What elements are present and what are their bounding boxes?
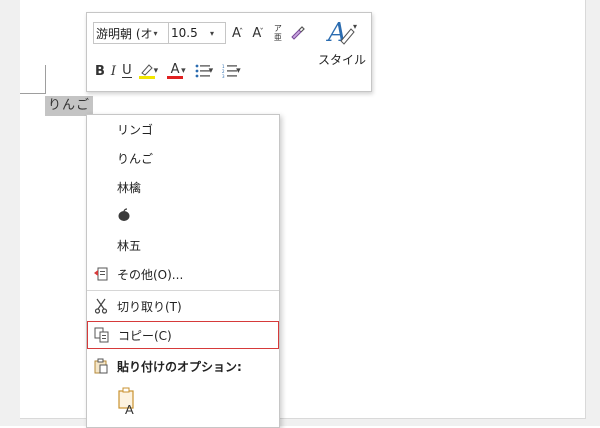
menu-item-suggestion[interactable]: 林五: [87, 231, 279, 259]
menu-item-suggestion[interactable]: 林檎: [87, 173, 279, 201]
caret-up-icon: ˆ: [238, 28, 244, 38]
paste-icon: [93, 358, 109, 374]
crop-mark: [45, 65, 46, 93]
highlight-button[interactable]: ▾: [138, 62, 162, 80]
mini-toolbar: 游明朝 (オ ▾ 10.5 ▾ Aˆ Aˇ ア亜 B I U ▾ A ▾ ▾ 1…: [86, 12, 372, 92]
numbering-button[interactable]: 1 2 3 ▾: [222, 64, 244, 78]
chevron-down-icon[interactable]: ▾: [181, 66, 186, 76]
shrink-font-button[interactable]: Aˇ: [252, 26, 266, 41]
scissors-icon: [93, 298, 109, 314]
suggestion-label: 林檎: [117, 180, 142, 195]
more-label: その他(O)...: [117, 267, 184, 282]
font-color-swatch: [167, 76, 184, 79]
svg-text:▾: ▾: [353, 22, 357, 31]
dictionary-icon: [93, 266, 109, 282]
cut-label: 切り取り(T): [117, 299, 182, 314]
menu-separator: [87, 290, 279, 291]
styles-label: スタイル: [317, 53, 366, 67]
font-name-combo[interactable]: 游明朝 (オ ▾: [93, 22, 169, 44]
bold-button[interactable]: B: [95, 64, 105, 79]
caret-down-icon: ˇ: [259, 28, 264, 38]
suggestion-label: 林五: [117, 238, 142, 253]
mini-toolbar-row-1: 游明朝 (オ ▾ 10.5 ▾ Aˆ Aˇ ア亜: [93, 17, 308, 49]
font-color-button[interactable]: A ▾: [167, 63, 189, 79]
font-color-letter: A: [170, 62, 180, 77]
crop-mark: [20, 93, 46, 94]
menu-item-suggestion[interactable]: [87, 202, 279, 230]
styles-icon: A ▾: [326, 18, 357, 48]
phonetic-guide-icon: ア亜: [273, 24, 282, 42]
svg-text:A: A: [125, 402, 134, 415]
styles-button[interactable]: A ▾ スタイル: [317, 15, 367, 87]
menu-item-paste-options: 貼り付けのオプション:: [87, 352, 279, 380]
menu-item-copy[interactable]: コピー(C): [87, 321, 279, 349]
chevron-down-icon[interactable]: ▾: [210, 29, 214, 38]
grow-font-button[interactable]: Aˆ: [232, 26, 246, 41]
suggestion-label: りんご: [117, 151, 154, 166]
svg-text:3: 3: [222, 74, 225, 78]
context-menu: リンゴ りんご 林檎 林五 その他(O)... 切り取り(T) コピー(C) 貼…: [86, 114, 280, 428]
bullets-button[interactable]: ▾: [195, 64, 217, 78]
chevron-down-icon[interactable]: ▾: [209, 66, 214, 76]
mini-toolbar-row-2: B I U ▾ A ▾ ▾ 1 2 3 ▾: [93, 57, 247, 85]
apple-emoji-icon: [117, 207, 131, 225]
italic-button[interactable]: I: [111, 64, 116, 79]
underline-button[interactable]: U: [122, 64, 132, 78]
font-name-value: 游明朝 (オ: [96, 26, 153, 41]
suggestion-label: リンゴ: [117, 122, 154, 137]
format-painter-icon: [291, 26, 305, 40]
menu-item-cut[interactable]: 切り取り(T): [87, 292, 279, 320]
menu-item-suggestion[interactable]: りんご: [87, 144, 279, 172]
menu-item-more[interactable]: その他(O)...: [87, 260, 279, 288]
font-size-combo[interactable]: 10.5 ▾: [168, 22, 226, 44]
paste-options-label: 貼り付けのオプション:: [117, 359, 242, 374]
phonetic-guide-button[interactable]: ア亜: [273, 24, 283, 42]
chevron-down-icon[interactable]: ▾: [236, 66, 241, 76]
paste-text-only-icon: A: [117, 387, 139, 415]
copy-icon: [94, 327, 110, 343]
menu-item-suggestion[interactable]: リンゴ: [87, 115, 279, 143]
copy-label: コピー(C): [118, 328, 172, 343]
paste-keep-text-only-button[interactable]: A: [87, 383, 279, 419]
chevron-down-icon[interactable]: ▾: [154, 66, 159, 76]
selected-text[interactable]: りんご: [45, 96, 94, 116]
chevron-down-icon[interactable]: ▾: [154, 29, 158, 38]
format-painter-button[interactable]: [289, 25, 305, 41]
font-size-value: 10.5: [171, 26, 198, 40]
